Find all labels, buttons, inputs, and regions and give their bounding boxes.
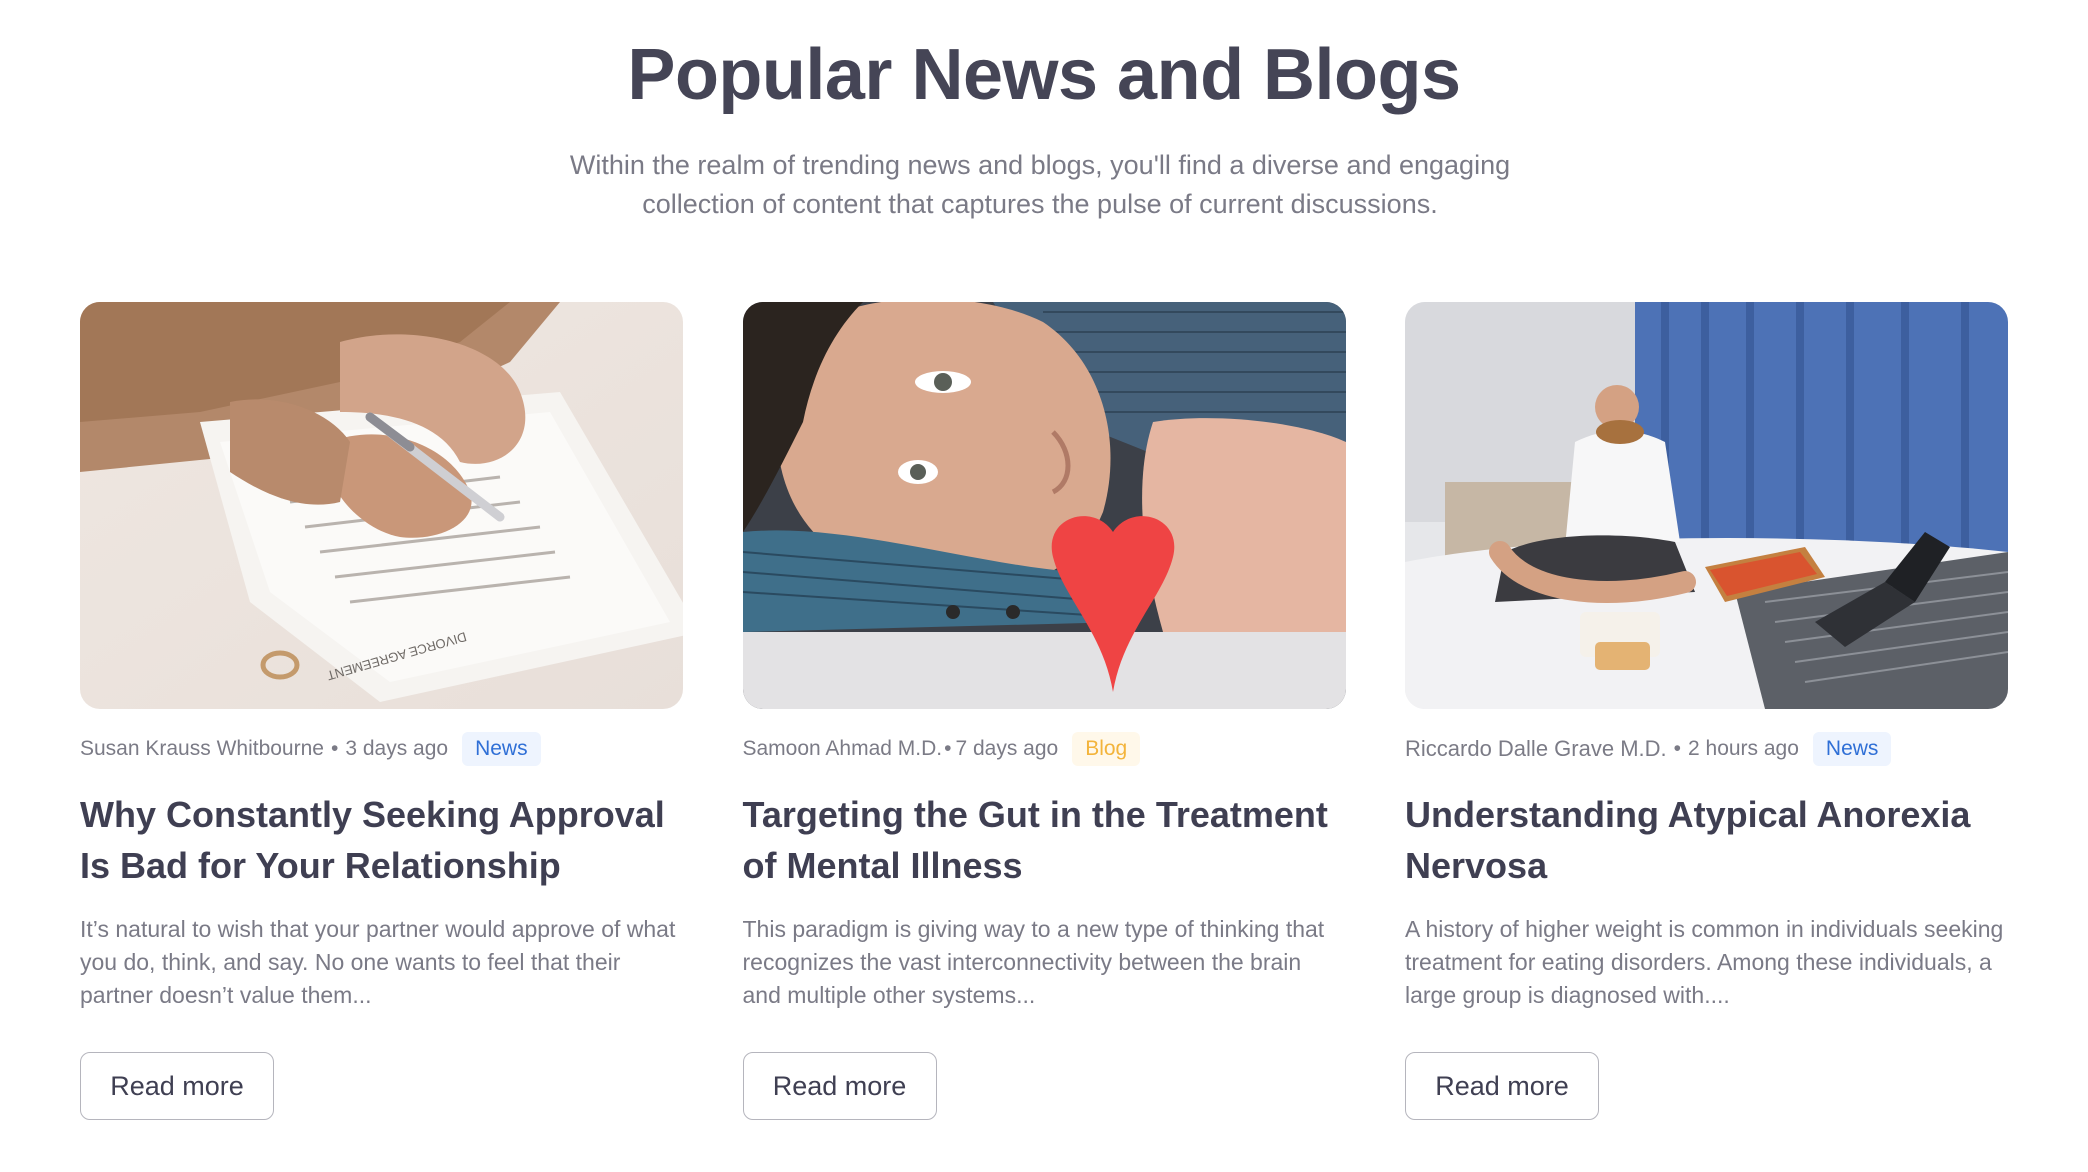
subtitle-line-1: Within the realm of trending news and bl… <box>569 150 1511 180</box>
publish-time: 7 days ago <box>955 737 1059 760</box>
article-title[interactable]: Targeting the Gut in the Treatment of Me… <box>743 789 1346 891</box>
meta-separator: • <box>944 737 952 760</box>
article-excerpt: This paradigm is giving way to a new typ… <box>742 916 1325 1008</box>
category-badge-news[interactable]: News <box>1812 732 1892 766</box>
read-more-button[interactable]: Read more <box>80 1052 274 1120</box>
article-image-man-with-heart[interactable] <box>742 302 1346 709</box>
subtitle-line-2: collection of content that captures the … <box>642 189 1438 219</box>
author-name: Susan Krauss Whitbourne <box>80 737 324 760</box>
category-badge-news[interactable]: News <box>462 732 541 766</box>
read-more-button[interactable]: Read more <box>742 1052 937 1120</box>
section-heading: Popular News and Blogs <box>627 35 1461 115</box>
article-meta: Susan Krauss Whitbourne • 3 days ago New… <box>80 731 683 767</box>
read-more-button[interactable]: Read more <box>1405 1052 1599 1120</box>
article-meta: Samoon Ahmad M.D. • 7 days ago Blog <box>743 731 1346 767</box>
section-subtitle: Within the realm of trending news and bl… <box>540 146 1540 224</box>
article-card-3: Riccardo Dalle Grave M.D. • 2 hours ago … <box>1405 302 2008 1120</box>
meta-separator: • <box>1673 737 1681 760</box>
publish-time: 3 days ago <box>345 737 449 760</box>
man-eating-on-bed-photo <box>1405 302 2008 709</box>
article-card-2: Samoon Ahmad M.D. • 7 days ago Blog Targ… <box>742 302 1346 1120</box>
author-name: Samoon Ahmad M.D. <box>742 737 943 760</box>
article-title[interactable]: Why Constantly Seeking Approval Is Bad f… <box>80 789 683 891</box>
publish-time: 2 hours ago <box>1688 737 1799 760</box>
article-card-1: DIVORCE AGREEMENT Susan Krauss Whitbourn… <box>80 302 683 1120</box>
article-title[interactable]: Understanding Atypical Anorexia Nervosa <box>1405 789 2008 891</box>
article-meta: Riccardo Dalle Grave M.D. • 2 hours ago … <box>1405 731 2008 767</box>
meta-separator: • <box>330 737 339 760</box>
category-badge-blog[interactable]: Blog <box>1072 732 1141 766</box>
cards-grid: DIVORCE AGREEMENT Susan Krauss Whitbourn… <box>80 302 2008 1120</box>
article-image-man-eating-on-bed[interactable] <box>1405 302 2008 709</box>
man-with-heart-photo <box>742 302 1346 709</box>
article-excerpt: A history of higher weight is common in … <box>1405 916 2004 1008</box>
author-name: Riccardo Dalle Grave M.D. <box>1405 736 1667 761</box>
signing-document-photo: DIVORCE AGREEMENT <box>80 302 683 709</box>
popular-news-section: Popular News and Blogs Within the realm … <box>0 0 2088 1172</box>
article-image-signing-document[interactable]: DIVORCE AGREEMENT <box>80 302 683 709</box>
article-excerpt: It’s natural to wish that your partner w… <box>80 916 676 1008</box>
